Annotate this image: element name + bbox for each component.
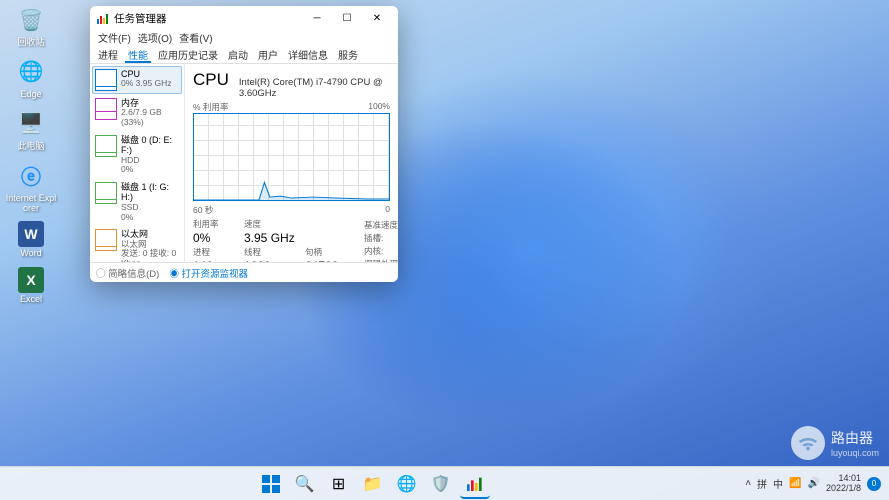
edge-icon: 🌐 xyxy=(397,474,417,494)
desktop-icon-edge[interactable]: 🌐Edge xyxy=(4,56,58,100)
taskmgr-icon xyxy=(96,11,110,25)
graph-label-x: 60 秒 xyxy=(193,204,213,216)
open-resmon-link[interactable]: ◉ 打开资源监视器 xyxy=(169,266,248,280)
performance-sidebar: CPU0% 3.95 GHz 内存2.6/7.9 GB (33%) 磁盘 0 (… xyxy=(90,64,185,262)
maximize-button[interactable]: ☐ xyxy=(332,7,362,29)
handle-label: 句柄 xyxy=(305,246,350,258)
word-icon: W xyxy=(18,221,44,247)
sidebar-memory[interactable]: 内存2.6/7.9 GB (33%) xyxy=(92,95,182,131)
pc-icon: 🖥️ xyxy=(15,108,47,140)
lang-indicator[interactable]: 中 xyxy=(773,476,783,491)
tab-app-history[interactable]: 应用历史记录 xyxy=(155,46,221,63)
desktop-icon-trash[interactable]: 🗑️回收站 xyxy=(4,4,58,48)
sidebar-cpu[interactable]: CPU0% 3.95 GHz xyxy=(92,66,182,94)
tabbar: 进程 性能 应用历史记录 启动 用户 详细信息 服务 xyxy=(90,46,398,64)
window-footer: ◯ 简略信息(D) ◉ 打开资源监视器 xyxy=(90,262,398,282)
folder-icon: 📁 xyxy=(363,474,383,494)
graph-label-max: 100% xyxy=(368,101,390,113)
sidebar-disk1[interactable]: 磁盘 1 (I: G: H:)SSD 0% xyxy=(92,179,182,225)
fewer-details-toggle[interactable]: ◯ 简略信息(D) xyxy=(96,266,159,280)
tab-users[interactable]: 用户 xyxy=(255,46,281,63)
graph-label-zero: 0 xyxy=(385,204,390,216)
desktop-icon-ie[interactable]: ⓔInternet Explorer xyxy=(4,160,58,214)
router-icon xyxy=(791,426,825,460)
speed-label: 速度 xyxy=(244,218,299,230)
excel-icon: X xyxy=(18,267,44,293)
notifications-button[interactable]: 0 xyxy=(867,477,881,491)
util-label: 利用率 xyxy=(193,218,238,230)
ime-indicator[interactable]: 拼 xyxy=(757,476,767,491)
graph-label-y: % 利用率 xyxy=(193,101,228,113)
clock[interactable]: 14:01 2022/1/8 xyxy=(826,474,861,494)
menu-view[interactable]: 查看(V) xyxy=(177,30,214,46)
speed-value: 3.95 GHz xyxy=(244,231,299,245)
cpu-model: Intel(R) Core(TM) i7-4790 CPU @ 3.60GHz xyxy=(239,77,390,99)
search-button[interactable]: 🔍 xyxy=(290,469,320,499)
cpu-heading: CPU xyxy=(193,70,229,90)
sidebar-ethernet[interactable]: 以太网以太网 发送: 0 接收: 0 Kbps xyxy=(92,226,182,262)
cpu-line xyxy=(194,114,389,200)
tab-performance[interactable]: 性能 xyxy=(125,46,151,63)
thread-label: 线程 xyxy=(244,246,299,258)
menu-file[interactable]: 文件(F) xyxy=(96,30,133,46)
taskbar: 🔍 ⊞ 📁 🌐 🛡️ ˄ 拼 中 📶 🔊 14:01 2022/1/8 0 xyxy=(0,466,889,500)
proc-label: 进程 xyxy=(193,246,238,258)
watermark-sub: luyouqi.com xyxy=(831,448,879,458)
taskview-button[interactable]: ⊞ xyxy=(324,469,354,499)
volume-icon[interactable]: 🔊 xyxy=(808,478,820,489)
close-button[interactable]: ✕ xyxy=(362,7,392,29)
edge-icon: 🌐 xyxy=(15,56,47,88)
trash-icon: 🗑️ xyxy=(15,4,47,36)
edge-button[interactable]: 🌐 xyxy=(392,469,422,499)
explorer-button[interactable]: 📁 xyxy=(358,469,388,499)
watermark-text: 路由器 xyxy=(831,428,879,448)
shield-icon: 🛡️ xyxy=(431,474,451,494)
desktop-icons: 🗑️回收站 🌐Edge 🖥️此电脑 ⓔInternet Explorer WWo… xyxy=(4,4,64,313)
menu-options[interactable]: 选项(O) xyxy=(136,30,174,46)
sidebar-disk0[interactable]: 磁盘 0 (D: E: F:)HDD 0% xyxy=(92,132,182,178)
search-icon: 🔍 xyxy=(295,474,315,494)
date: 2022/1/8 xyxy=(826,484,861,494)
tab-startup[interactable]: 启动 xyxy=(225,46,251,63)
tab-details[interactable]: 详细信息 xyxy=(285,46,331,63)
titlebar[interactable]: 任务管理器 ─ ☐ ✕ xyxy=(90,6,398,30)
desktop-icon-word[interactable]: WWord xyxy=(4,221,58,259)
minimize-button[interactable]: ─ xyxy=(302,7,332,29)
network-icon[interactable]: 📶 xyxy=(789,478,801,489)
cpu-graph[interactable] xyxy=(193,113,390,201)
tray-chevron[interactable]: ˄ xyxy=(745,478,751,489)
tab-services[interactable]: 服务 xyxy=(335,46,361,63)
taskmgr-button[interactable] xyxy=(460,469,490,499)
watermark: 路由器 luyouqi.com xyxy=(791,426,879,460)
task-manager-window: 任务管理器 ─ ☐ ✕ 文件(F) 选项(O) 查看(V) 进程 性能 应用历史… xyxy=(90,6,398,282)
desktop-icon-pc[interactable]: 🖥️此电脑 xyxy=(4,108,58,152)
taskview-icon: ⊞ xyxy=(332,474,345,494)
window-title: 任务管理器 xyxy=(114,11,302,26)
cpu-panel: CPU Intel(R) Core(TM) i7-4790 CPU @ 3.60… xyxy=(185,64,398,262)
tab-processes[interactable]: 进程 xyxy=(95,46,121,63)
ie-icon: ⓔ xyxy=(15,160,47,192)
cpu-details: 基准速度:3.60 GHz 插槽:1 内核:4 逻辑处理器:8 虚拟化:已启用 … xyxy=(364,219,398,262)
menubar: 文件(F) 选项(O) 查看(V) xyxy=(90,30,398,46)
start-button[interactable] xyxy=(256,469,286,499)
util-value: 0% xyxy=(193,231,238,245)
defender-button[interactable]: 🛡️ xyxy=(426,469,456,499)
desktop-icon-excel[interactable]: XExcel xyxy=(4,267,58,305)
